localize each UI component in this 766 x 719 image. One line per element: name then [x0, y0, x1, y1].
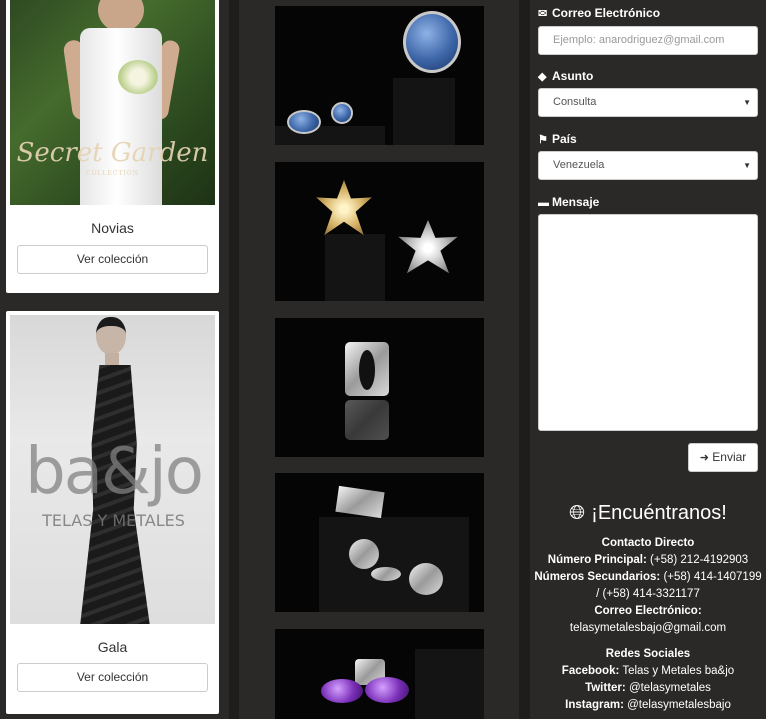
photo-brand-text: Secret Garden	[16, 138, 209, 168]
bouquet	[118, 60, 158, 94]
instagram-label: Instagram:	[565, 699, 624, 711]
send-button[interactable]: ➜ Enviar	[688, 443, 758, 472]
country-selected-value: Venezuela	[553, 159, 605, 171]
jewelry-photo[interactable]	[275, 162, 484, 301]
tag-icon: ◆	[538, 71, 547, 83]
instagram-line: Instagram: @telasymetalesbajo	[534, 697, 762, 714]
contact-column: ✉ Correo Electrónico Ejemplo: anarodrigue…	[530, 0, 766, 719]
blue-ring-small	[287, 110, 321, 134]
brand-logo-subtext: TELAS Y METALES	[42, 511, 185, 530]
secondary-numbers: Números Secundarios: (+58) 414-1407199 /…	[534, 569, 762, 603]
blue-ring-small	[331, 102, 353, 124]
photo-brand-subtext: COLLECTION	[86, 170, 139, 177]
subject-selected-value: Consulta	[553, 96, 597, 108]
main-number-value[interactable]: (+58) 212-4192903	[650, 554, 748, 566]
envelope-icon: ✉	[538, 8, 548, 20]
subject-label-text: Asunto	[552, 69, 594, 83]
blue-ring	[403, 11, 461, 73]
facebook-link[interactable]: Telas y Metales ba&jo	[622, 665, 734, 677]
jewelry-photo[interactable]	[275, 473, 484, 612]
facebook-line: Facebook: Telas y Metales ba&jo	[534, 663, 762, 680]
model-head	[96, 317, 126, 355]
view-collection-button[interactable]: Ver colección	[17, 245, 208, 274]
comment-icon: ▬	[538, 197, 549, 209]
social-heading-text: Redes Sociales	[605, 648, 691, 660]
social-heading: Redes Sociales	[534, 646, 762, 663]
email-label-text: Correo Electrónico	[552, 6, 661, 20]
black-stone	[359, 350, 375, 390]
instagram-link[interactable]: @telasymetalesbajo	[627, 699, 731, 711]
contact-email[interactable]: telasymetalesbajo@gmail.com	[534, 620, 762, 637]
twitter-line: Twitter: @telasymetales	[534, 680, 762, 697]
message-label: ▬ Mensaje	[538, 195, 599, 209]
display-stand	[415, 649, 484, 719]
email-placeholder: Ejemplo: anarodriguez@gmail.com	[553, 34, 725, 46]
email-label: ✉ Correo Electrónico	[538, 6, 660, 20]
novias-photo[interactable]: Secret Garden COLLECTION	[10, 0, 215, 205]
send-label: Enviar	[712, 450, 747, 464]
view-collection-button[interactable]: Ver colección	[17, 663, 208, 692]
silver-flower-ring	[398, 220, 458, 274]
jewelry-photo[interactable]	[275, 6, 484, 145]
display-stand	[325, 234, 385, 301]
chevron-down-icon: ▼	[743, 98, 751, 107]
twitter-link[interactable]: @telasymetales	[629, 682, 711, 694]
silver-square-ring	[335, 485, 385, 519]
silver-round-ring	[409, 563, 443, 595]
subject-select[interactable]: Consulta ▼	[538, 88, 758, 117]
jewelry-photo[interactable]	[275, 629, 484, 719]
main-number-label: Número Principal:	[547, 554, 647, 566]
message-textarea[interactable]	[538, 214, 758, 431]
silver-round-ring	[349, 539, 379, 569]
purple-stone	[365, 677, 409, 703]
jewelry-photo[interactable]	[275, 318, 484, 457]
display-stand	[319, 517, 469, 612]
bridal-dress	[80, 28, 162, 205]
chevron-down-icon: ▼	[743, 161, 751, 170]
gala-photo[interactable]: ba&jo TELAS Y METALES	[10, 315, 215, 624]
collection-title: Novias	[91, 220, 134, 236]
collection-card-novias: Secret Garden COLLECTION Novias Ver cole…	[6, 0, 219, 293]
collection-title: Gala	[97, 639, 128, 655]
gold-flower-ring	[316, 180, 372, 236]
facebook-label: Facebook:	[561, 665, 620, 677]
twitter-label: Twitter:	[585, 682, 626, 694]
direct-contact-heading: Contacto Directo	[534, 535, 762, 552]
find-us-title: ¡Encuéntranos!	[591, 502, 727, 524]
contact-email-label: Correo Electrónico:	[534, 603, 762, 620]
message-label-text: Mensaje	[552, 195, 600, 209]
globe-icon: 🌐︎	[569, 502, 586, 524]
ring-reflection	[345, 400, 389, 440]
country-label: ⚑ País	[538, 132, 577, 146]
contact-email-label-text: Correo Electrónico:	[594, 605, 702, 617]
purple-stone	[321, 679, 363, 703]
contact-email-value[interactable]: telasymetalesbajo@gmail.com	[570, 622, 726, 634]
display-stand	[393, 78, 455, 145]
secondary-numbers-label: Números Secundarios:	[534, 571, 661, 583]
collections-column: Secret Garden COLLECTION Novias Ver cole…	[0, 0, 229, 719]
find-us-heading: 🌐︎ ¡Encuéntranos!	[530, 502, 766, 525]
brand-logo-text: ba&jo	[25, 435, 204, 509]
direct-contact-heading-text: Contacto Directo	[601, 537, 695, 549]
flag-icon: ⚑	[538, 134, 548, 146]
main-number: Número Principal: (+58) 212-4192903	[534, 552, 762, 569]
jewelry-gallery	[239, 0, 519, 719]
country-select[interactable]: Venezuela ▼	[538, 151, 758, 180]
email-field[interactable]: Ejemplo: anarodriguez@gmail.com	[538, 26, 758, 55]
collection-card-gala: ba&jo TELAS Y METALES Gala Ver colección	[6, 311, 219, 714]
silver-ring	[371, 567, 401, 581]
arrow-circle-icon: ➜	[699, 452, 709, 464]
subject-label: ◆ Asunto	[538, 69, 593, 83]
country-label-text: País	[552, 132, 577, 146]
